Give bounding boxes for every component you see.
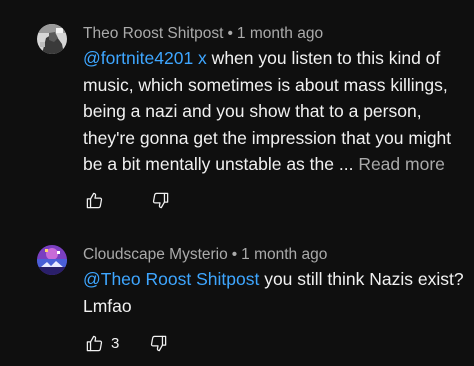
avatar[interactable]	[37, 245, 67, 275]
thumbs-up-icon[interactable]	[83, 332, 105, 354]
thumbs-down-icon[interactable]	[149, 189, 171, 211]
thumbs-up-icon[interactable]	[83, 189, 105, 211]
like-count: 3	[111, 334, 120, 352]
comment-text: @fortnite4201 x when you listen to this …	[83, 45, 469, 178]
mention-link[interactable]: @fortnite4201 x	[83, 48, 207, 68]
author-name[interactable]: Cloudscape Mysterio	[83, 246, 228, 263]
comment-header: Theo Roost Shitpost • 1 month ago	[83, 24, 323, 44]
avatar[interactable]	[37, 24, 67, 54]
header-separator: •	[227, 25, 233, 42]
comment-actions: 3	[83, 331, 169, 355]
thumbs-down-icon[interactable]	[147, 332, 169, 354]
read-more-button[interactable]: Read more	[358, 154, 445, 174]
timestamp[interactable]: 1 month ago	[241, 246, 327, 263]
comment-text: @Theo Roost Shitpost you still think Naz…	[83, 266, 469, 319]
comment-actions	[83, 188, 171, 212]
timestamp[interactable]: 1 month ago	[237, 25, 323, 42]
mention-link[interactable]: @Theo Roost Shitpost	[83, 269, 259, 289]
header-separator: •	[231, 246, 238, 263]
author-name[interactable]: Theo Roost Shitpost	[83, 25, 223, 42]
comment-header: Cloudscape Mysterio • 1 month ago	[83, 245, 327, 265]
